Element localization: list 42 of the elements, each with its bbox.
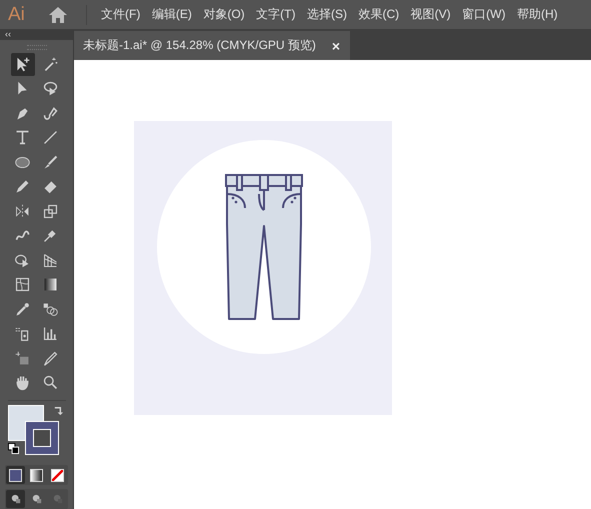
menu-item[interactable]: 编辑(E) bbox=[152, 6, 192, 23]
lasso-icon bbox=[42, 80, 59, 98]
mesh-icon bbox=[14, 276, 31, 294]
menu-item[interactable]: 对象(O) bbox=[203, 6, 245, 23]
blend-icon bbox=[42, 300, 59, 318]
line-icon bbox=[42, 129, 59, 146]
pencil-icon bbox=[14, 178, 31, 196]
home-icon[interactable] bbox=[48, 6, 68, 24]
scale-icon bbox=[42, 202, 59, 220]
artboard-icon bbox=[14, 350, 31, 367]
curved-pen-icon bbox=[42, 104, 59, 122]
collapse-toggle[interactable]: ‹‹ bbox=[5, 30, 11, 40]
menu-item[interactable]: 视图(V) bbox=[410, 6, 451, 23]
eyedropper-icon bbox=[14, 300, 31, 318]
overlap-circles-icon bbox=[10, 494, 20, 504]
type-icon bbox=[14, 129, 31, 146]
bar-chart-icon bbox=[42, 325, 59, 342]
gradient-mode-button[interactable] bbox=[27, 466, 46, 484]
gradient-icon bbox=[42, 276, 59, 294]
app-logo: Ai bbox=[8, 4, 26, 26]
menu-item[interactable]: 窗口(W) bbox=[462, 6, 506, 23]
magic-wand-icon bbox=[42, 56, 59, 73]
selection-arrow-tool[interactable] bbox=[10, 52, 34, 76]
swap-arrow-icon[interactable] bbox=[52, 405, 64, 416]
color-mode-button[interactable] bbox=[6, 466, 25, 484]
overlap-circles-icon bbox=[52, 494, 62, 504]
search-icon bbox=[42, 374, 59, 392]
menu-item[interactable]: 选择(S) bbox=[306, 6, 347, 23]
brush-icon bbox=[42, 154, 59, 171]
menu-item[interactable]: 帮助(H) bbox=[516, 6, 558, 23]
draw-normal-button[interactable] bbox=[6, 490, 25, 508]
perspective-grid-icon bbox=[42, 252, 59, 269]
hand-icon bbox=[14, 374, 31, 392]
menu-item[interactable]: 文件(F) bbox=[101, 6, 140, 23]
default-colors-icon[interactable] bbox=[8, 443, 18, 454]
document-tab[interactable]: 未标题-1.ai* @ 154.28% (CMYK/GPU 预览) × bbox=[74, 31, 350, 60]
fill-stroke-swatch[interactable] bbox=[8, 405, 58, 456]
overlap-circles-icon bbox=[32, 494, 42, 504]
none-mode-button[interactable] bbox=[48, 466, 67, 484]
menu-item[interactable]: 文字(T) bbox=[256, 6, 296, 23]
close-tab-button[interactable]: × bbox=[332, 38, 340, 54]
menu-item[interactable]: 效果(C) bbox=[358, 6, 400, 23]
